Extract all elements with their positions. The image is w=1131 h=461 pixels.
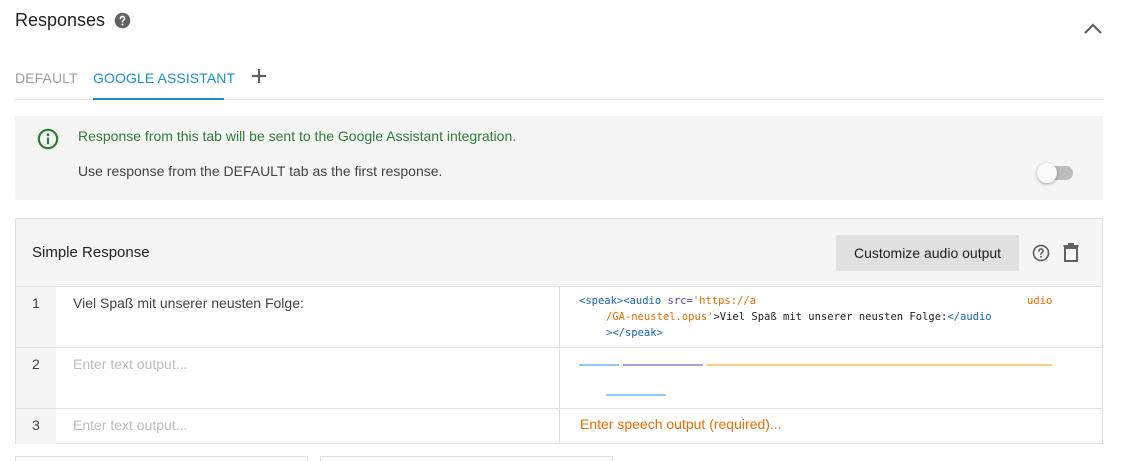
tab-google-assistant[interactable]: GOOGLE ASSISTANT bbox=[93, 70, 235, 86]
row-number: 3 bbox=[32, 417, 40, 433]
ssml-string: 'https://a bbox=[692, 295, 757, 307]
ssml-tag: <speak><audio bbox=[579, 295, 662, 307]
next-card-stub bbox=[15, 456, 308, 461]
row-number-cell: 3 bbox=[16, 409, 56, 444]
ssml-string: udio bbox=[1027, 295, 1053, 307]
ssml-string: /GA-neustel.opus' bbox=[606, 311, 714, 323]
column-divider bbox=[559, 348, 560, 408]
chevron-up-icon[interactable] bbox=[1082, 19, 1104, 37]
plus-icon[interactable] bbox=[251, 68, 267, 84]
ssml-tag: </audio bbox=[947, 311, 992, 323]
integration-info-message: Response from this tab will be sent to t… bbox=[78, 128, 517, 144]
info-icon bbox=[37, 128, 59, 150]
integration-info-panel: Response from this tab will be sent to t… bbox=[15, 116, 1103, 200]
text-output-input[interactable] bbox=[73, 356, 543, 372]
toggle-knob bbox=[1037, 163, 1057, 183]
ssml-text: >Viel Spaß mit unserer neusten Folge: bbox=[713, 311, 948, 323]
ssml-line-3: ></speak> bbox=[606, 327, 663, 339]
loading-line bbox=[606, 394, 666, 396]
use-default-toggle[interactable] bbox=[1037, 163, 1073, 183]
speech-output-input[interactable]: Enter speech output (required)... bbox=[580, 416, 782, 432]
trash-icon[interactable] bbox=[1063, 243, 1079, 262]
table-row: 2 bbox=[16, 348, 1102, 409]
response-tabs: DEFAULT GOOGLE ASSISTANT bbox=[15, 66, 1103, 100]
next-card-stub bbox=[320, 456, 613, 461]
column-divider bbox=[559, 287, 560, 347]
ssml-editor-loading[interactable] bbox=[579, 354, 1059, 396]
table-row: 1 <speak><audio src='https://a udio /GA-… bbox=[16, 287, 1102, 348]
ssml-attr: src= bbox=[667, 295, 693, 307]
table-row: 3 Enter speech output (required)... bbox=[16, 409, 1102, 444]
loading-line bbox=[707, 364, 1052, 366]
text-output-input[interactable] bbox=[73, 295, 543, 311]
help-circle-icon[interactable] bbox=[1032, 244, 1050, 262]
row-number: 2 bbox=[32, 356, 40, 372]
ssml-line-2: /GA-neustel.opus'>Viel Spaß mit unserer … bbox=[579, 309, 1059, 325]
help-circle-icon[interactable] bbox=[114, 12, 131, 29]
tab-default[interactable]: DEFAULT bbox=[15, 70, 78, 86]
simple-response-card: Simple Response Customize audio output 1… bbox=[15, 218, 1103, 444]
loading-line bbox=[623, 364, 703, 366]
row-number-cell: 2 bbox=[16, 348, 56, 408]
row-number: 1 bbox=[32, 295, 40, 311]
text-output-input[interactable] bbox=[73, 417, 543, 433]
page-title: Responses bbox=[15, 10, 106, 30]
row-number-cell: 1 bbox=[16, 287, 56, 347]
customize-audio-output-button[interactable]: Customize audio output bbox=[836, 235, 1019, 271]
simple-response-title: Simple Response bbox=[32, 244, 150, 261]
loading-line bbox=[579, 364, 619, 366]
responses-header: Responses bbox=[15, 10, 131, 31]
simple-response-header: Simple Response Customize audio output bbox=[16, 219, 1102, 287]
use-default-label: Use response from the DEFAULT tab as the… bbox=[78, 163, 443, 179]
column-divider bbox=[559, 409, 560, 444]
ssml-editor[interactable]: <speak><audio src='https://a udio /GA-ne… bbox=[579, 293, 1059, 341]
active-tab-indicator bbox=[93, 98, 224, 100]
